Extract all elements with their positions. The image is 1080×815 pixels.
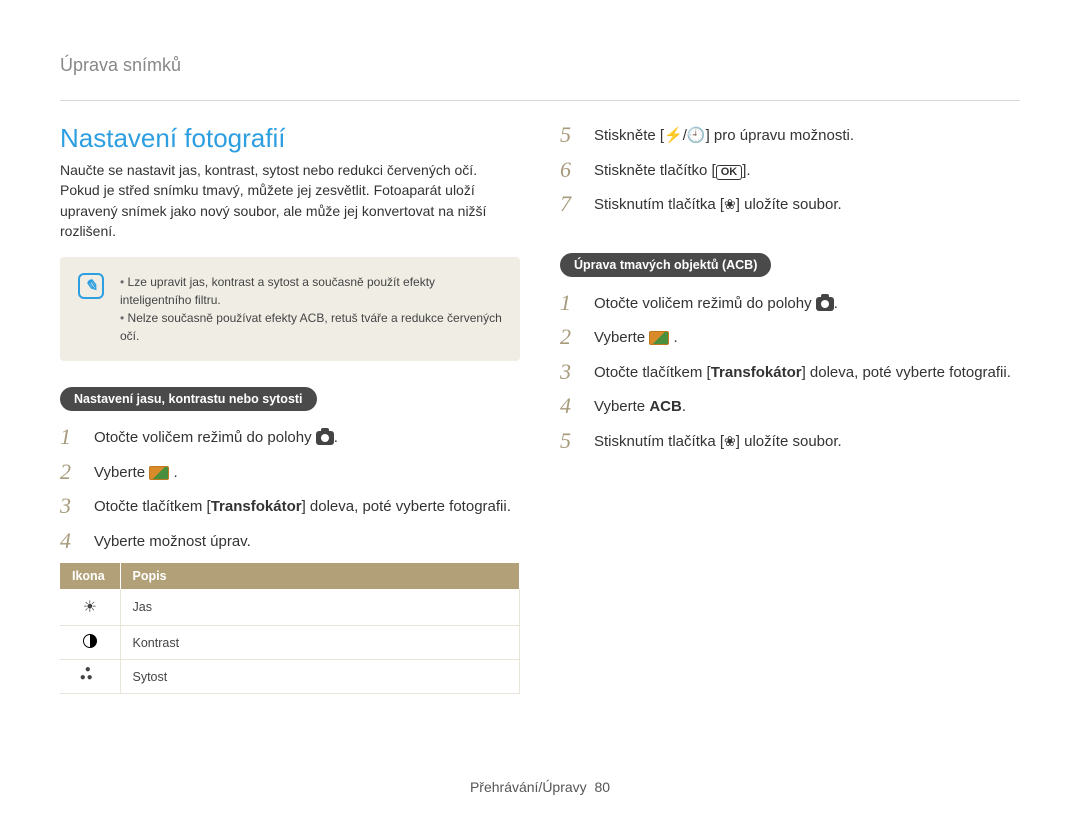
step-number: 4 [60,529,80,553]
section-heading-right: Úprava tmavých objektů (ACB) [560,253,771,277]
step-number: 2 [560,325,580,349]
step-item: 5 Stisknutím tlačítka [❀] uložíte soubor… [560,429,1020,454]
step-number: 1 [560,291,580,315]
flower-icon: ❀ [724,431,736,452]
saturation-icon [81,668,99,682]
note-item: Nelze současně používat efekty ACB, retu… [120,309,504,345]
footer: Přehrávání/Úpravy 80 [60,759,1020,795]
step-text: Stisknutím tlačítka [❀] uložíte soubor. [594,429,842,454]
camera-icon [316,431,334,445]
step-number: 7 [560,192,580,216]
step-text: Vyberte . [594,325,678,350]
steps-right-top: 5 Stiskněte [⚡/🕘] pro úpravu možnosti. 6… [560,123,1020,217]
edit-icon [149,466,169,480]
step-item: 6 Stiskněte tlačítko [OK]. [560,158,1020,183]
step-number: 5 [560,123,580,147]
brightness-icon: ☀ [83,599,97,616]
contrast-icon [83,634,97,648]
step-number: 4 [560,394,580,418]
step-item: 2 Vyberte . [560,325,1020,350]
step-number: 5 [560,429,580,453]
step-text: Stisknutím tlačítka [❀] uložíte soubor. [594,192,842,217]
table-row: Kontrast [60,626,520,660]
step-item: 4 Vyberte ACB. [560,394,1020,419]
step-text: Otočte tlačítkem [Transfokátor] doleva, … [94,494,511,519]
step-number: 1 [60,425,80,449]
step-item: 3 Otočte tlačítkem [Transfokátor] doleva… [560,360,1020,385]
table-cell: Kontrast [120,626,520,660]
footer-section: Přehrávání/Úpravy [470,779,587,795]
steps-left: 1 Otočte voličem režimů do polohy . 2 Vy… [60,425,520,553]
step-item: 2 Vyberte . [60,460,520,485]
table-row: Sytost [60,660,520,694]
intro-paragraph: Naučte se nastavit jas, kontrast, sytost… [60,160,520,241]
step-text: Vyberte ACB. [594,394,686,419]
step-item: 5 Stiskněte [⚡/🕘] pro úpravu možnosti. [560,123,1020,148]
note-item: Lze upravit jas, kontrast a sytost a sou… [120,273,504,309]
page-title: Nastavení fotografií [60,123,520,154]
divider [60,100,1020,101]
steps-right: 1 Otočte voličem režimů do polohy . 2 Vy… [560,291,1020,454]
section-heading-left: Nastavení jasu, kontrastu nebo sytosti [60,387,317,411]
timer-icon: 🕘 [687,127,706,144]
step-text: Otočte tlačítkem [Transfokátor] doleva, … [594,360,1011,385]
flower-icon: ❀ [724,194,736,215]
table-header-icon: Ikona [60,563,120,589]
step-text: Otočte voličem režimů do polohy . [94,425,338,450]
note-list: Lze upravit jas, kontrast a sytost a sou… [120,273,504,345]
step-text: Vyberte možnost úprav. [94,529,251,554]
step-number: 3 [560,360,580,384]
step-number: 3 [60,494,80,518]
edit-icon [649,331,669,345]
step-number: 6 [560,158,580,182]
left-column: Nastavení fotografií Naučte se nastavit … [60,123,520,759]
right-column: 5 Stiskněte [⚡/🕘] pro úpravu možnosti. 6… [560,123,1020,759]
note-icon: ✎ [78,273,104,299]
note-box: ✎ Lze upravit jas, kontrast a sytost a s… [60,257,520,361]
table-row: ☀ Jas [60,589,520,626]
step-text: Vyberte . [94,460,178,485]
camera-icon [816,297,834,311]
step-text: Stiskněte [⚡/🕘] pro úpravu možnosti. [594,123,854,148]
step-number: 2 [60,460,80,484]
step-item: 1 Otočte voličem režimů do polohy . [60,425,520,450]
footer-page-number: 80 [594,779,610,795]
step-item: 3 Otočte tlačítkem [Transfokátor] doleva… [60,494,520,519]
flash-icon: ⚡ [664,127,683,144]
table-header-desc: Popis [120,563,520,589]
step-item: 4 Vyberte možnost úprav. [60,529,520,554]
options-table: Ikona Popis ☀ Jas Kontrast Syt [60,563,520,694]
step-item: 7 Stisknutím tlačítka [❀] uložíte soubor… [560,192,1020,217]
step-item: 1 Otočte voličem režimů do polohy . [560,291,1020,316]
step-text: Stiskněte tlačítko [OK]. [594,158,751,183]
ok-icon: OK [716,165,743,180]
table-cell: Sytost [120,660,520,694]
step-text: Otočte voličem režimů do polohy . [594,291,838,316]
table-cell: Jas [120,589,520,626]
chapter-title: Úprava snímků [60,55,1020,82]
